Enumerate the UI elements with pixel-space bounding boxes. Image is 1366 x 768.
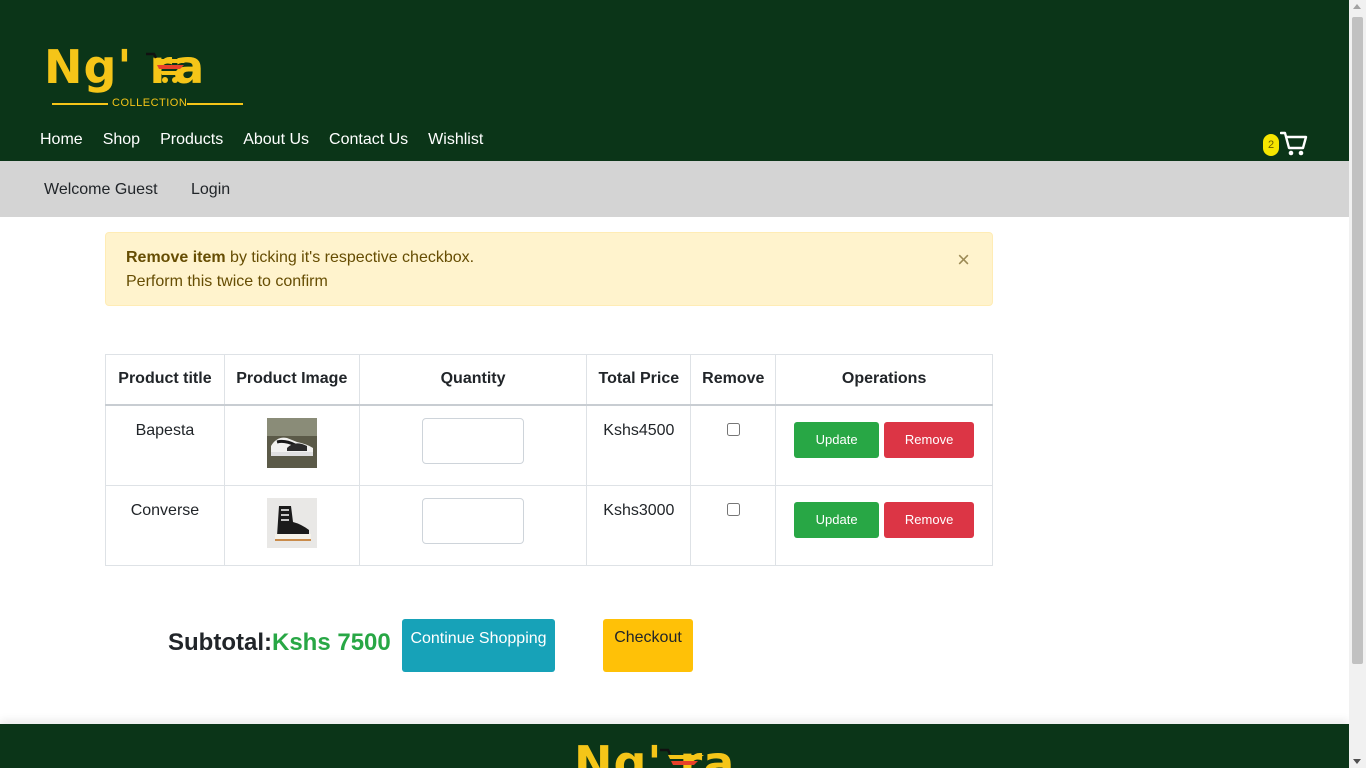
quantity-cell: [358, 404, 588, 486]
scroll-down-arrow-icon[interactable]: [1353, 759, 1361, 764]
nav-wishlist[interactable]: Wishlist: [428, 130, 483, 150]
table-row: Bapesta Kshs4500 Update CartRemove Cart: [105, 404, 993, 486]
header-operations: Operations: [775, 354, 993, 406]
converse-sneaker-image: [266, 497, 317, 548]
operations-cell: Update CartRemove Cart: [775, 484, 993, 566]
login-link[interactable]: Login: [191, 180, 230, 200]
subtotal-label: Subtotal:: [168, 629, 272, 656]
remove-item-alert: Remove item by ticking it's respective c…: [105, 232, 993, 306]
brand-logo[interactable]: Ng' ra COLLECTION: [44, 44, 254, 112]
site-footer: Ng' ra: [0, 724, 1349, 768]
nav-products[interactable]: Products: [160, 130, 223, 150]
product-image-cell: [223, 404, 360, 486]
remove-checkbox[interactable]: [726, 502, 740, 516]
logo-subtitle: COLLECTION: [112, 97, 188, 109]
update-cart-button[interactable]: Update Cart: [794, 501, 880, 563]
alert-line-2: Perform this twice to confirm: [126, 273, 328, 290]
continue-shopping-button[interactable]: Continue Shopping: [402, 619, 555, 672]
nav-shop[interactable]: Shop: [103, 130, 140, 150]
operations-cell: Update CartRemove Cart: [775, 404, 993, 486]
alert-text: by ticking it's respective checkbox.: [225, 249, 475, 266]
product-image-cell: [223, 484, 360, 566]
total-price: Kshs3000: [586, 484, 692, 566]
site-header: Ng' ra COLLECTION Home Shop Products Abo…: [0, 0, 1349, 161]
subtotal: Subtotal:Kshs 7500: [168, 629, 391, 657]
cart-count-badge: 2: [1263, 134, 1279, 156]
header-product-title: Product title: [105, 354, 225, 406]
header-product-image: Product Image: [223, 354, 360, 406]
header-remove: Remove: [690, 354, 777, 406]
logo-cart-icon: [146, 52, 190, 83]
remove-checkbox[interactable]: [726, 422, 740, 436]
header-quantity: Quantity: [358, 354, 588, 406]
logo-divider-left: [52, 103, 108, 105]
table-row: Converse Kshs3000 Update CartRemove Cart: [105, 484, 993, 566]
page-scrollbar[interactable]: [1349, 0, 1366, 768]
footer-logo-cart-icon: [660, 748, 704, 765]
scroll-up-arrow-icon[interactable]: [1353, 4, 1361, 9]
quantity-input[interactable]: [422, 417, 525, 464]
nav-about-us[interactable]: About Us: [243, 130, 309, 150]
remove-cell: [690, 484, 777, 566]
product-title: Converse: [105, 484, 225, 566]
alert-bold-text: Remove item: [126, 249, 226, 266]
main-nav: Home Shop Products About Us Contact Us W…: [40, 130, 483, 150]
nav-contact-us[interactable]: Contact Us: [329, 130, 408, 150]
welcome-text: Welcome Guest: [44, 181, 158, 198]
user-bar: Welcome Guest Login: [0, 161, 1349, 217]
remove-cart-button[interactable]: Remove Cart: [884, 501, 975, 563]
cart-table: Product title Product Image Quantity Tot…: [105, 354, 993, 566]
update-cart-button[interactable]: Update Cart: [794, 421, 880, 483]
checkout-button[interactable]: Checkout: [603, 619, 693, 672]
nav-home[interactable]: Home: [40, 130, 83, 150]
subtotal-amount: Kshs 7500: [271, 629, 391, 656]
alert-line-1: Remove item by ticking it's respective c…: [126, 248, 474, 268]
header-total-price: Total Price: [586, 354, 692, 406]
close-icon[interactable]: ×: [957, 249, 970, 271]
table-header-row: Product title Product Image Quantity Tot…: [105, 354, 993, 406]
shopping-cart-icon[interactable]: [1280, 131, 1308, 157]
remove-cart-button[interactable]: Remove Cart: [884, 421, 975, 483]
quantity-cell: [358, 484, 588, 566]
remove-cell: [690, 404, 777, 486]
product-title: Bapesta: [105, 404, 225, 486]
logo-divider-right: [187, 103, 243, 105]
bapesta-sneaker-image: [266, 417, 317, 468]
total-price: Kshs4500: [586, 404, 692, 486]
footer-logo: Ng' ra: [574, 736, 736, 768]
scrollbar-thumb[interactable]: [1352, 17, 1363, 664]
quantity-input[interactable]: [422, 497, 525, 544]
